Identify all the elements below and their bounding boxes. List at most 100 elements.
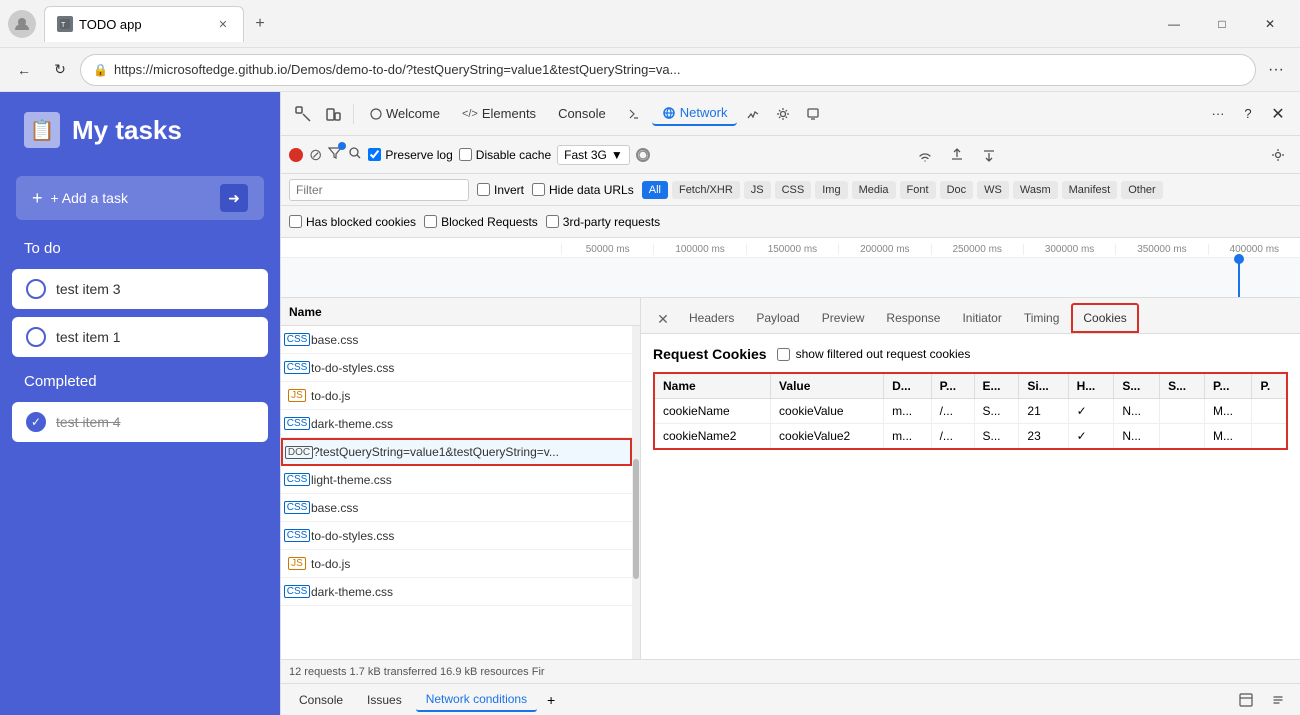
undock-button[interactable] [1232,686,1260,714]
devtools-close-button[interactable]: ✕ [1264,100,1292,128]
chip-img[interactable]: Img [815,181,847,199]
invert-checkbox[interactable]: Invert [477,183,524,197]
address-bar[interactable]: 🔒 https://microsoftedge.github.io/Demos/… [80,54,1256,86]
device-emulation-button[interactable] [319,100,347,128]
details-close-button[interactable]: ✕ [649,305,677,333]
invert-input[interactable] [477,183,490,196]
hide-urls-input[interactable] [532,183,545,196]
add-task-button[interactable]: + + Add a task ➜ [16,176,264,220]
third-party-input[interactable] [546,215,559,228]
details-tab-preview[interactable]: Preview [812,305,875,333]
disable-cache-input[interactable] [459,148,472,161]
inspect-element-button[interactable] [289,100,317,128]
details-tab-headers[interactable]: Headers [679,305,744,333]
show-filtered-checkbox[interactable]: show filtered out request cookies [777,347,971,361]
throttle-clear-button[interactable] [636,148,650,162]
chip-media[interactable]: Media [852,181,896,199]
chip-font[interactable]: Font [900,181,936,199]
request-item-todo-js[interactable]: JS to-do.js [281,382,632,410]
cookie-row-1[interactable]: cookieName cookieValue m... /... S... 21… [654,399,1287,424]
close-button[interactable]: ✕ [1248,10,1292,38]
request-item-todo-js-2[interactable]: JS to-do.js [281,550,632,578]
network-icons [911,141,1003,169]
settings-button-2[interactable] [1264,686,1292,714]
network-timeline: 50000 ms 100000 ms 150000 ms 200000 ms 2… [281,238,1300,298]
task-item-1[interactable]: test item 3 [12,269,268,309]
chip-fetch-xhr[interactable]: Fetch/XHR [672,181,740,199]
help-button[interactable]: ? [1234,100,1262,128]
details-tab-cookies[interactable]: Cookies [1071,303,1138,333]
request-item-dark-theme[interactable]: CSS dark-theme.css [281,410,632,438]
back-button[interactable]: ← [8,54,40,86]
active-tab[interactable]: T TODO app ✕ [44,6,244,42]
third-party-checkbox[interactable]: 3rd-party requests [546,215,660,229]
details-tab-response[interactable]: Response [876,305,950,333]
cookie-row-2[interactable]: cookieName2 cookieValue2 m... /... S... … [654,424,1287,450]
throttle-dropdown[interactable]: Fast 3G ▼ [557,145,630,165]
details-tab-payload[interactable]: Payload [746,305,809,333]
bottom-tab-network-conditions[interactable]: Network conditions [416,688,537,712]
settings-button[interactable] [769,100,797,128]
has-blocked-cookies-input[interactable] [289,215,302,228]
chip-wasm[interactable]: Wasm [1013,181,1058,199]
disable-cache-checkbox[interactable]: Disable cache [459,148,551,162]
add-tab-button[interactable]: + [541,690,561,710]
bottom-tab-issues[interactable]: Issues [357,689,412,711]
new-tab-button[interactable]: + [246,10,274,38]
request-item-light-theme[interactable]: CSS light-theme.css [281,466,632,494]
request-item-base-css-2[interactable]: CSS base.css [281,494,632,522]
bottom-tab-console[interactable]: Console [289,689,353,711]
show-filtered-input[interactable] [777,348,790,361]
download-icon[interactable] [975,141,1003,169]
upload-icon[interactable] [943,141,971,169]
minimize-button[interactable]: — [1152,10,1196,38]
hide-urls-checkbox[interactable]: Hide data URLs [532,183,634,197]
has-blocked-cookies-checkbox[interactable]: Has blocked cookies [289,215,416,229]
task-item-3[interactable]: ✓ test item 4 [12,402,268,442]
chip-css[interactable]: CSS [775,181,812,199]
task-item-2[interactable]: test item 1 [12,317,268,357]
clear-button[interactable]: ⊘ [309,145,322,165]
blocked-requests-checkbox[interactable]: Blocked Requests [424,215,538,229]
chip-manifest[interactable]: Manifest [1062,181,1118,199]
more-tools-button[interactable]: ··· [1204,100,1232,128]
cookies-panel: Request Cookies show filtered out reques… [641,334,1300,659]
chip-js[interactable]: JS [744,181,771,199]
request-item-todo-styles[interactable]: CSS to-do-styles.css [281,354,632,382]
filter-bar: Invert Hide data URLs All Fetch/XHR JS C… [281,174,1300,206]
record-button[interactable] [289,148,303,162]
chip-all[interactable]: All [642,181,668,199]
wifi-icon[interactable] [911,141,939,169]
request-item-todo-styles-2[interactable]: CSS to-do-styles.css [281,522,632,550]
request-list-scrollbar[interactable] [632,326,640,659]
maximize-button[interactable]: □ [1200,10,1244,38]
request-item-base-css-1[interactable]: CSS base.css [281,326,632,354]
filter-button[interactable] [328,146,342,163]
chip-other[interactable]: Other [1121,181,1163,199]
tab-elements[interactable]: </> Elements [452,102,546,125]
preserve-log-checkbox[interactable]: Preserve log [368,148,452,162]
chip-ws[interactable]: WS [977,181,1009,199]
details-tab-timing[interactable]: Timing [1014,305,1070,333]
details-tab-initiator[interactable]: Initiator [952,305,1011,333]
timeline-ruler: 50000 ms 100000 ms 150000 ms 200000 ms 2… [281,238,1300,258]
preserve-log-input[interactable] [368,148,381,161]
request-list-scroll-thumb [633,459,639,579]
request-item-query-string[interactable]: DOC ?testQueryString=value1&testQueryStr… [281,438,632,466]
blocked-requests-input[interactable] [424,215,437,228]
tab-console[interactable]: Console [548,102,616,125]
chip-doc[interactable]: Doc [940,181,974,199]
tab-network[interactable]: Network [652,101,738,126]
performance-button[interactable] [739,100,767,128]
tab-welcome[interactable]: Welcome [360,102,450,125]
cookie-s-2: N... [1114,424,1160,450]
device2-button[interactable] [799,100,827,128]
tab-sources[interactable] [618,104,650,124]
refresh-button[interactable]: ↻ [44,54,76,86]
tab-close-button[interactable]: ✕ [215,16,231,32]
search-button[interactable] [348,146,362,163]
network-settings-button[interactable] [1264,141,1292,169]
browser-menu-button[interactable]: ··· [1260,54,1292,86]
filter-input[interactable] [289,179,469,201]
request-item-dark-theme-2[interactable]: CSS dark-theme.css [281,578,632,606]
